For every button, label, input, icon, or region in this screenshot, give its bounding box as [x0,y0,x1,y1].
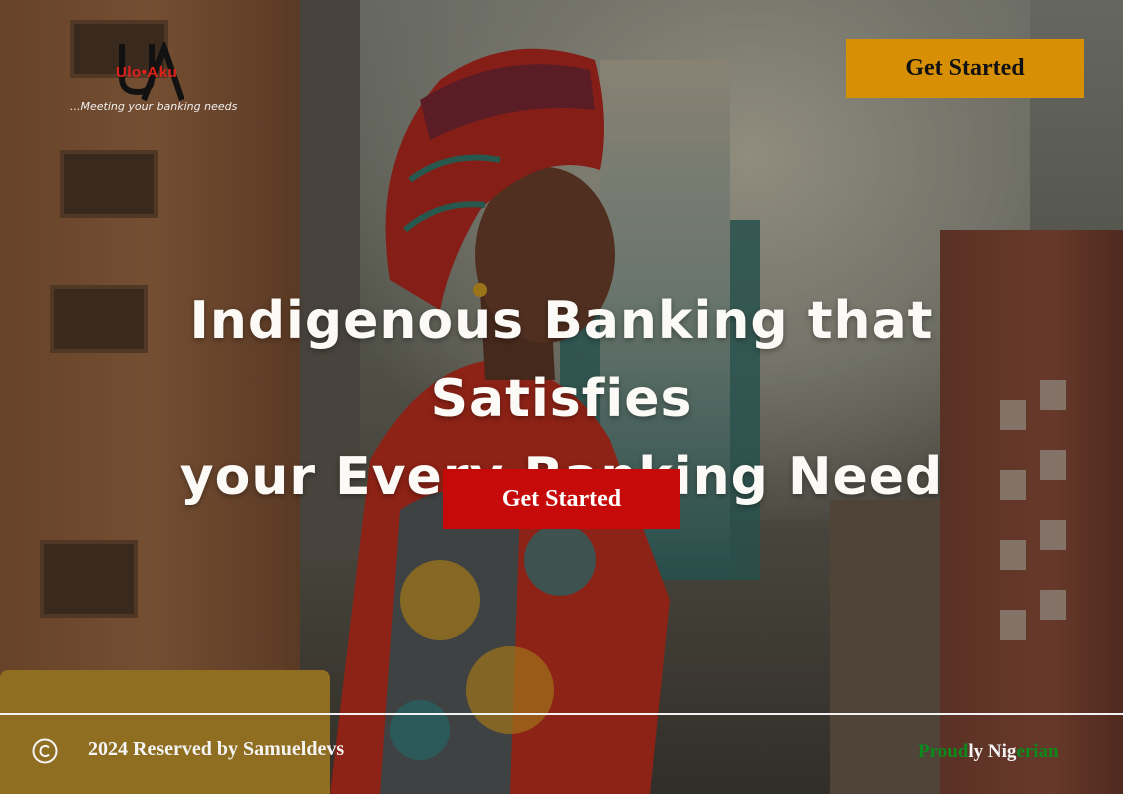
hero-get-started-button[interactable]: Get Started [443,469,680,529]
proudly-nigerian-slogan: Proudly Nigerian [918,741,1059,763]
slogan-part-white: ly Nig [968,741,1017,762]
footer-divider [0,713,1123,715]
brand-logo[interactable]: Ulo•Aku ...Meeting your banking needs [70,42,250,126]
copyright-icon [32,738,58,764]
header-get-started-button[interactable]: Get Started [846,39,1084,98]
logo-tagline: ...Meeting your banking needs [70,100,238,113]
hero-title-line-1: Indigenous Banking that Satisfies [189,291,934,429]
logo-text: Ulo•Aku [116,64,178,81]
copyright-text: 2024 Reserved by Samueldevs [88,738,345,760]
slogan-part-green-1: Proud [918,741,969,762]
slogan-part-green-2: erian [1016,741,1059,762]
